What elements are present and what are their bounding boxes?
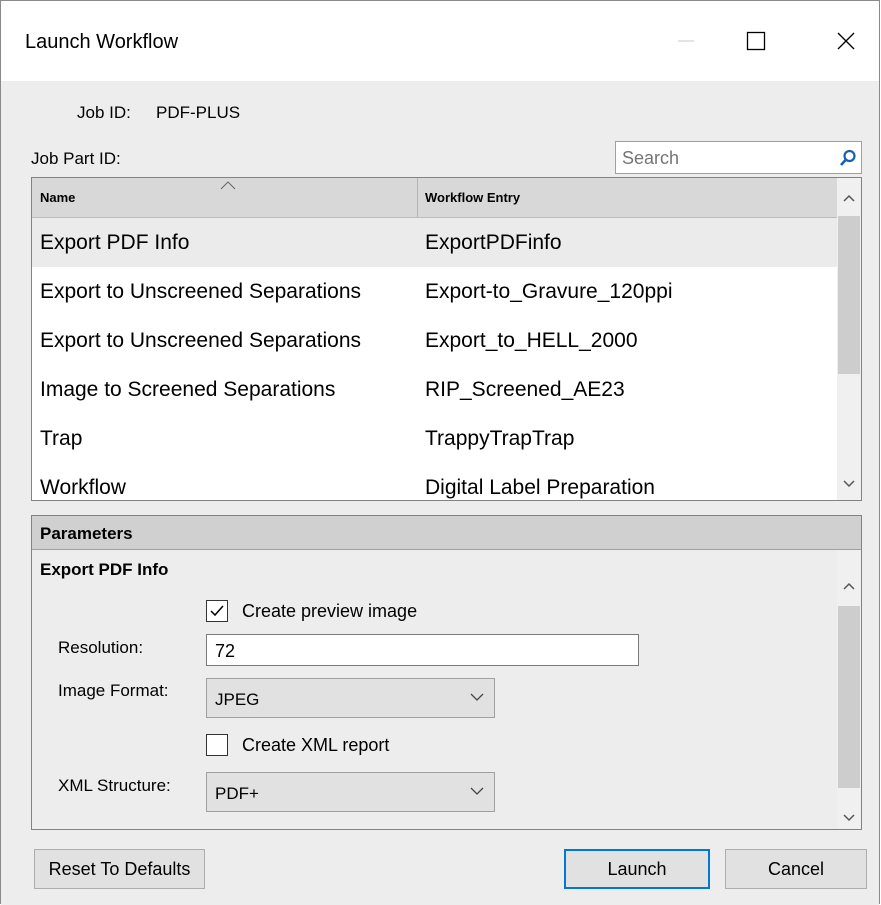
image-format-dropdown[interactable]: JPEG: [206, 678, 495, 718]
image-format-value: JPEG: [215, 690, 260, 709]
xml-structure-value: PDF+: [215, 784, 259, 803]
row-workflow-entry: TrappyTrapTrap: [425, 427, 575, 450]
chevron-down-icon: [470, 693, 484, 701]
resolution-field[interactable]: [206, 634, 639, 666]
row-name: Export to Unscreened Separations: [40, 280, 362, 303]
image-format-label: Image Format:: [58, 681, 169, 700]
parameters-panel: Parameters Export PDF Info Create previe…: [31, 515, 862, 830]
checkmark-icon: [210, 605, 224, 617]
sort-ascending-icon: [220, 181, 236, 190]
table-row[interactable]: Export PDF Info ExportPDFinfo: [32, 218, 838, 267]
table-row[interactable]: Export to Unscreened Separations Export-…: [32, 267, 838, 316]
row-workflow-entry: Export_to_HELL_2000: [425, 329, 638, 352]
search-box[interactable]: [615, 141, 862, 174]
reset-to-defaults-button[interactable]: Reset To Defaults: [34, 849, 205, 889]
scroll-down-icon[interactable]: [843, 480, 855, 488]
grid-header: Name Workflow Entry: [32, 178, 838, 218]
grid-scrollbar[interactable]: [837, 178, 861, 500]
row-name: Workflow: [40, 476, 126, 499]
scroll-up-icon[interactable]: [843, 582, 855, 590]
row-name: Export to Unscreened Separations: [40, 329, 362, 352]
search-input[interactable]: [620, 146, 834, 171]
row-name: Export PDF Info: [40, 231, 190, 254]
maximize-icon: [746, 31, 766, 51]
table-row[interactable]: Trap TrappyTrapTrap: [32, 414, 838, 463]
workflow-grid: Name Workflow Entry Export PDF Info Expo…: [31, 177, 862, 501]
close-icon: [837, 32, 855, 50]
minimize-icon: [678, 40, 694, 42]
reset-to-defaults-label: Reset To Defaults: [48, 859, 191, 879]
scroll-down-icon[interactable]: [843, 814, 855, 822]
launch-workflow-dialog: Launch Workflow Job ID: PDF-PLUS Job Par…: [0, 0, 880, 905]
scroll-up-icon[interactable]: [843, 194, 855, 202]
column-separator[interactable]: [417, 178, 418, 217]
create-preview-label[interactable]: Create preview image: [242, 601, 417, 622]
job-id-label: Job ID:: [77, 103, 131, 122]
table-row[interactable]: Image to Screened Separations RIP_Screen…: [32, 365, 838, 414]
row-workflow-entry: Export-to_Gravure_120ppi: [425, 280, 673, 303]
maximize-button[interactable]: [733, 19, 779, 63]
xml-structure-label: XML Structure:: [58, 776, 171, 795]
parameters-header: Parameters: [32, 516, 861, 550]
parameters-section-title: Export PDF Info: [40, 560, 169, 579]
title-bar: Launch Workflow: [1, 1, 879, 81]
resolution-input[interactable]: [213, 640, 617, 663]
parameters-scroll-thumb[interactable]: [838, 606, 860, 788]
xml-structure-dropdown[interactable]: PDF+: [206, 772, 495, 812]
row-name: Trap: [40, 427, 83, 450]
launch-button[interactable]: Launch: [564, 849, 710, 889]
job-id-value: PDF-PLUS: [156, 103, 241, 122]
close-button[interactable]: [823, 19, 869, 63]
row-workflow-entry: Digital Label Preparation: [425, 476, 655, 499]
minimize-button[interactable]: [663, 19, 709, 63]
row-workflow-entry: RIP_Screened_AE23: [425, 378, 625, 401]
cancel-button[interactable]: Cancel: [725, 849, 867, 889]
create-xml-label[interactable]: Create XML report: [242, 735, 389, 756]
dialog-body: Job ID: PDF-PLUS Job Part ID: Name Workf…: [1, 81, 879, 905]
parameters-header-label: Parameters: [40, 524, 133, 543]
window-title: Launch Workflow: [25, 31, 179, 53]
cancel-label: Cancel: [767, 859, 825, 879]
table-row[interactable]: Workflow Digital Label Preparation: [32, 463, 838, 500]
launch-label: Launch: [607, 859, 667, 879]
parameters-body: Export PDF Info Create preview image Res…: [32, 550, 838, 829]
row-name: Image to Screened Separations: [40, 378, 336, 401]
parameters-scrollbar[interactable]: [837, 550, 861, 829]
row-workflow-entry: ExportPDFinfo: [425, 231, 562, 254]
resolution-label: Resolution:: [58, 638, 144, 657]
table-row[interactable]: Export to Unscreened Separations Export_…: [32, 316, 838, 365]
column-header-name[interactable]: Name: [40, 190, 75, 205]
search-icon[interactable]: [839, 149, 857, 172]
chevron-down-icon: [470, 787, 484, 795]
grid-scroll-thumb[interactable]: [838, 216, 860, 374]
create-preview-checkbox[interactable]: [206, 600, 228, 622]
job-part-id-label: Job Part ID:: [31, 149, 121, 168]
column-header-workflow-entry[interactable]: Workflow Entry: [425, 190, 520, 205]
create-xml-checkbox[interactable]: [206, 734, 228, 756]
